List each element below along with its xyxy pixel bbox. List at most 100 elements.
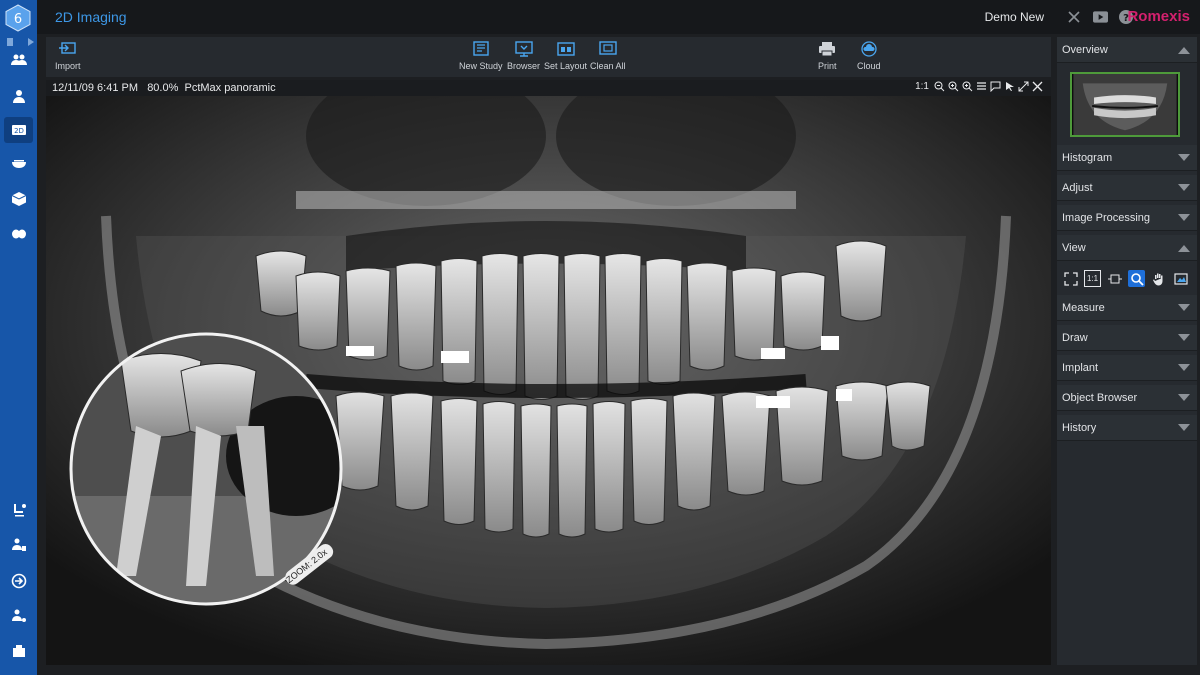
rail-chair-button[interactable] [4,497,33,523]
cloud-label: Cloud [857,61,881,71]
section-history[interactable]: History [1057,415,1197,441]
3d-cube-icon [11,192,26,206]
set-layout-icon [556,42,575,56]
browser-button[interactable]: Browser [507,41,540,71]
print-button[interactable]: Print [818,41,837,71]
export-icon [11,573,26,589]
section-image-processing-label: Image Processing [1062,212,1151,224]
section-history-label: History [1062,422,1097,434]
zoom-out-icon[interactable] [934,81,945,92]
chevron-down-icon [1178,364,1190,371]
comment-icon[interactable] [990,81,1001,92]
thumbnail-xray-drawing [1073,74,1177,135]
panoramic-xray-drawing [46,96,1051,665]
section-overview-label: Overview [1062,44,1108,56]
set-layout-label: Set Layout [544,61,588,71]
main-toolbar: Import New Study Browser Set Layout Clea… [46,37,1051,77]
chevron-down-icon [1178,334,1190,341]
section-draw-label: Draw [1062,332,1088,344]
actual-size-label: 1:1 [1086,274,1099,283]
pointer-icon[interactable] [1004,81,1015,92]
zoom-in-icon[interactable] [962,81,973,92]
rail-export-button[interactable] [4,568,33,594]
plugins-icon [12,645,25,657]
section-draw[interactable]: Draw [1057,325,1197,351]
cloud-button[interactable]: Cloud [857,41,881,71]
import-button[interactable]: Import [55,41,81,71]
fit-to-window-button[interactable] [1062,270,1079,287]
fit-width-button[interactable] [1106,270,1123,287]
print-label: Print [818,61,837,71]
chevron-down-icon [1178,394,1190,401]
rail-patient-button[interactable] [4,83,33,109]
view-tools: 1:1 [1062,270,1189,287]
clean-all-label: Clean All [590,61,626,71]
scale-one-to-one[interactable]: 1:1 [915,81,929,92]
intraoral-icon [11,160,26,168]
clean-all-button[interactable]: Clean All [590,41,626,71]
image-header: 12/11/09 6:41 PM 80.0% PctMax panoramic … [46,80,1051,96]
rail-person-card-button[interactable] [4,532,33,558]
panoramic-xray-image[interactable]: ZOOM: 2.0x [46,96,1051,665]
rail-user-settings-button[interactable] [4,603,33,629]
expand-arrow-icon[interactable] [28,38,34,46]
section-overview[interactable]: Overview [1057,37,1197,63]
close-image-icon[interactable] [1032,81,1043,92]
rail-model-button[interactable] [4,221,33,247]
browser-icon [514,41,533,57]
chevron-down-icon [1178,154,1190,161]
section-view[interactable]: View [1057,235,1197,261]
import-icon [58,42,76,54]
overview-thumbnail[interactable] [1070,72,1180,137]
printer-icon [819,42,836,57]
user-name[interactable]: Demo New [985,10,1044,24]
list-icon[interactable] [976,81,987,92]
section-implant[interactable]: Implant [1057,355,1197,381]
zoom-fit-icon[interactable] [948,81,959,92]
romexis-logo-icon[interactable]: 6 [5,4,31,32]
maximize-icon[interactable] [1018,81,1029,92]
2d-imaging-icon: 2D [11,125,26,135]
rail-intraoral-button[interactable] [4,151,33,177]
actual-size-button[interactable]: 1:1 [1084,270,1101,287]
zoom-tool-button[interactable] [1128,270,1145,287]
fit-width-icon [1107,274,1122,283]
section-image-processing[interactable]: Image Processing [1057,205,1197,231]
image-info: 12/11/09 6:41 PM 80.0% PctMax panoramic [52,82,276,94]
import-label: Import [55,61,81,71]
section-object-browser-label: Object Browser [1062,392,1138,404]
oval-icon [11,229,26,239]
rail-3d-button[interactable] [4,186,33,212]
set-layout-button[interactable]: Set Layout [544,41,587,71]
magnifier-icon [1130,272,1144,286]
section-histogram[interactable]: Histogram [1057,145,1197,171]
svg-text:2D: 2D [14,127,24,135]
close-icon [1068,11,1080,23]
section-measure-label: Measure [1062,302,1105,314]
cloud-icon [861,41,877,57]
image-view-button[interactable] [1172,270,1189,287]
section-adjust[interactable]: Adjust [1057,175,1197,201]
rail-users-button[interactable] [4,47,33,73]
section-adjust-label: Adjust [1062,182,1093,194]
close-button[interactable] [1066,9,1082,25]
section-measure[interactable]: Measure [1057,295,1197,321]
rail-plugins-button[interactable] [4,638,33,664]
right-panel: Overview Histogram Adjust Image Processi… [1057,37,1197,665]
chevron-down-icon [1178,184,1190,191]
romexis-brand: Romexis [1127,8,1190,25]
new-study-button[interactable]: New Study [459,41,503,71]
users-icon [10,54,27,65]
section-implant-label: Implant [1062,362,1099,374]
section-object-browser[interactable]: Object Browser [1057,385,1197,411]
chevron-down-icon [1178,304,1190,311]
pan-tool-button[interactable] [1150,270,1167,287]
person-card-icon [11,538,26,551]
patient-icon [12,90,25,103]
fit-window-icon [1063,271,1078,286]
rail-2d-imaging-button[interactable]: 2D [4,117,33,143]
new-study-label: New Study [459,61,503,71]
video-button[interactable] [1092,9,1108,25]
chevron-down-icon [1178,214,1190,221]
section-histogram-label: Histogram [1062,152,1113,164]
